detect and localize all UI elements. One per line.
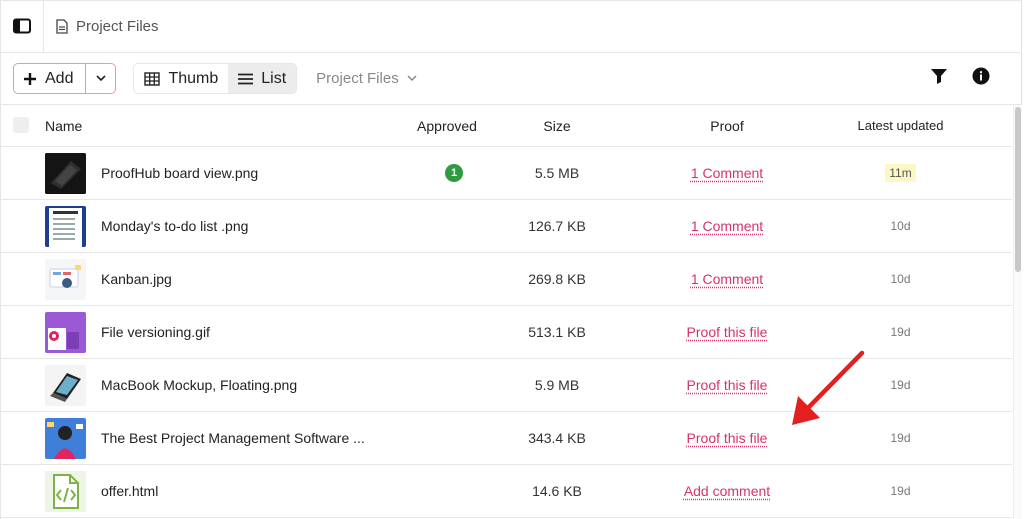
add-dropdown-button[interactable] [86, 64, 115, 93]
proof-cell: 1 Comment [652, 147, 802, 199]
proof-cell: 1 Comment [652, 200, 802, 252]
file-name[interactable]: offer.html [101, 465, 158, 517]
table-row[interactable]: Kanban.jpg 269.8 KB 1 Comment 10d [0, 253, 1012, 306]
proof-link[interactable]: Proof this file [687, 430, 768, 446]
file-thumbnail[interactable] [45, 312, 86, 353]
table-row[interactable]: ProofHub board view.png 1 5.5 MB 1 Comme… [0, 147, 1012, 200]
file-name[interactable]: The Best Project Management Software ... [101, 412, 365, 464]
add-label: Add [45, 69, 74, 87]
plus-icon [24, 72, 36, 85]
updated-time: 11m [885, 164, 916, 182]
column-name[interactable]: Name [45, 105, 82, 146]
thumb-label: Thumb [168, 69, 219, 87]
file-size: 343.4 KB [528, 430, 586, 446]
proof-link[interactable]: Proof this file [687, 324, 768, 340]
chevron-down-icon [96, 75, 106, 82]
updated-cell: 11m [838, 147, 963, 199]
column-size[interactable]: Size [507, 105, 607, 146]
list-icon [238, 73, 254, 84]
file-size: 126.7 KB [528, 218, 586, 234]
file-thumbnail[interactable] [45, 471, 86, 512]
column-latest-updated[interactable]: Latest updated [838, 105, 963, 146]
list-label: List [261, 69, 287, 87]
proof-cell: Proof this file [652, 306, 802, 358]
updated-time: 19d [890, 484, 911, 498]
breadcrumb: Project Files [56, 18, 159, 35]
file-thumbnail[interactable] [45, 365, 86, 406]
proof-cell: Proof this file [652, 359, 802, 411]
file-thumbnail[interactable] [45, 153, 86, 194]
updated-time: 19d [890, 378, 911, 392]
thumb-view-button[interactable]: Thumb [134, 64, 228, 93]
list-view-button[interactable]: List [228, 64, 297, 93]
chevron-down-icon [407, 75, 417, 82]
file-size: 513.1 KB [528, 324, 586, 340]
add-button[interactable]: Add [14, 64, 87, 93]
file-size: 5.9 MB [534, 377, 580, 393]
file-name[interactable]: ProofHub board view.png [101, 147, 258, 199]
file-thumbnail[interactable] [45, 206, 86, 247]
updated-time: 10d [890, 219, 911, 233]
proof-cell: Add comment [652, 465, 802, 517]
top-bar: Project Files [0, 0, 1022, 53]
filter-icon[interactable] [930, 67, 948, 85]
file-name[interactable]: Kanban.jpg [101, 253, 172, 305]
file-name[interactable]: File versioning.gif [101, 306, 210, 358]
table-header: Name Approved Size Proof Latest updated [0, 105, 1012, 147]
proof-link[interactable]: 1 Comment [691, 271, 763, 287]
proof-cell: 1 Comment [652, 253, 802, 305]
approved-cell: 1 [398, 147, 510, 199]
scrollbar-thumb[interactable] [1015, 107, 1021, 272]
annotation-arrow-icon [792, 350, 865, 425]
info-icon[interactable] [972, 67, 990, 85]
select-all-checkbox[interactable] [13, 117, 29, 133]
file-icon [56, 18, 68, 34]
table-row[interactable]: offer.html 14.6 KB Add comment 19d [0, 465, 1012, 518]
approved-count-badge[interactable]: 1 [445, 164, 463, 182]
folder-dropdown[interactable]: Project Files [316, 70, 417, 87]
file-thumbnail[interactable] [45, 418, 86, 459]
table-row[interactable]: Monday's to-do list .png 126.7 KB 1 Comm… [0, 200, 1012, 253]
file-list: ProofHub board view.png 1 5.5 MB 1 Comme… [0, 147, 1012, 518]
toolbar: Add Thumb List Project Files [0, 53, 1022, 105]
sidebar-icon [12, 18, 31, 34]
proof-link[interactable]: Proof this file [687, 377, 768, 393]
column-approved[interactable]: Approved [398, 105, 496, 146]
updated-cell: 10d [838, 200, 963, 252]
grid-icon [144, 71, 161, 86]
column-proof[interactable]: Proof [652, 105, 802, 146]
file-size: 14.6 KB [532, 483, 582, 499]
proof-cell: Proof this file [652, 412, 802, 464]
updated-time: 19d [890, 325, 911, 339]
proof-link[interactable]: 1 Comment [691, 218, 763, 234]
folder-label: Project Files [316, 70, 399, 87]
updated-cell: 10d [838, 253, 963, 305]
updated-time: 10d [890, 272, 911, 286]
updated-time: 19d [890, 431, 911, 445]
file-size: 5.5 MB [534, 165, 580, 181]
file-size: 269.8 KB [528, 271, 586, 287]
file-name[interactable]: MacBook Mockup, Floating.png [101, 359, 297, 411]
view-toggle: Thumb List [133, 63, 298, 94]
updated-cell: 19d [838, 465, 963, 517]
sidebar-toggle-button[interactable] [0, 0, 44, 52]
proof-link[interactable]: Add comment [684, 483, 770, 499]
toolbar-actions [930, 67, 990, 85]
file-thumbnail[interactable] [45, 259, 86, 300]
page-title[interactable]: Project Files [76, 18, 159, 35]
add-button-group: Add [13, 63, 117, 94]
file-name[interactable]: Monday's to-do list .png [101, 200, 248, 252]
proof-link[interactable]: 1 Comment [691, 165, 763, 181]
scrollbar[interactable] [1013, 105, 1022, 519]
